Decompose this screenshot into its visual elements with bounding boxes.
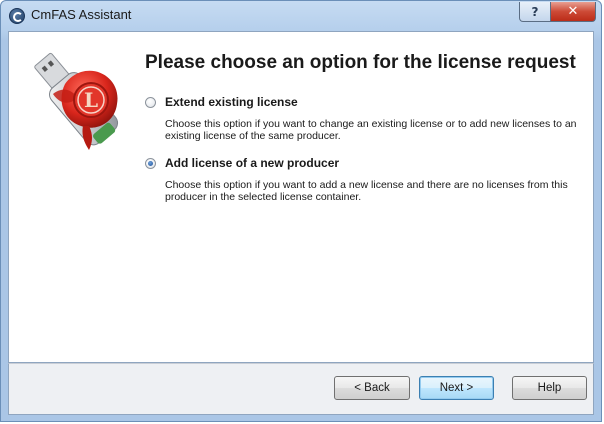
- title-help-button[interactable]: ?: [519, 2, 551, 22]
- back-button[interactable]: < Back: [334, 376, 410, 400]
- content-panel: L Please choose an option for the licens…: [8, 31, 594, 363]
- page-title: Please choose an option for the license …: [145, 52, 576, 73]
- help-button[interactable]: Help: [512, 376, 587, 400]
- radio-extend-existing-license[interactable]: [145, 97, 156, 108]
- window-title: CmFAS Assistant: [31, 7, 132, 22]
- svg-text:L: L: [84, 88, 98, 112]
- title-bar[interactable]: CmFAS Assistant ? ✕: [1, 1, 601, 31]
- dialog-window: CmFAS Assistant ? ✕ L Please choose an o…: [0, 0, 602, 422]
- option-label: Extend existing license: [165, 95, 298, 109]
- radio-add-new-producer[interactable]: [145, 158, 156, 169]
- option-label: Add license of a new producer: [165, 156, 340, 170]
- button-bar: < Back Next > Help: [8, 363, 594, 415]
- option-description: Choose this option if you want to add a …: [165, 179, 568, 203]
- next-button[interactable]: Next >: [419, 376, 494, 400]
- usb-key-wax-seal-icon: L: [34, 52, 119, 150]
- codemeter-icon: [9, 8, 25, 24]
- option-description: Choose this option if you want to change…: [165, 118, 577, 142]
- close-button[interactable]: ✕: [550, 2, 596, 22]
